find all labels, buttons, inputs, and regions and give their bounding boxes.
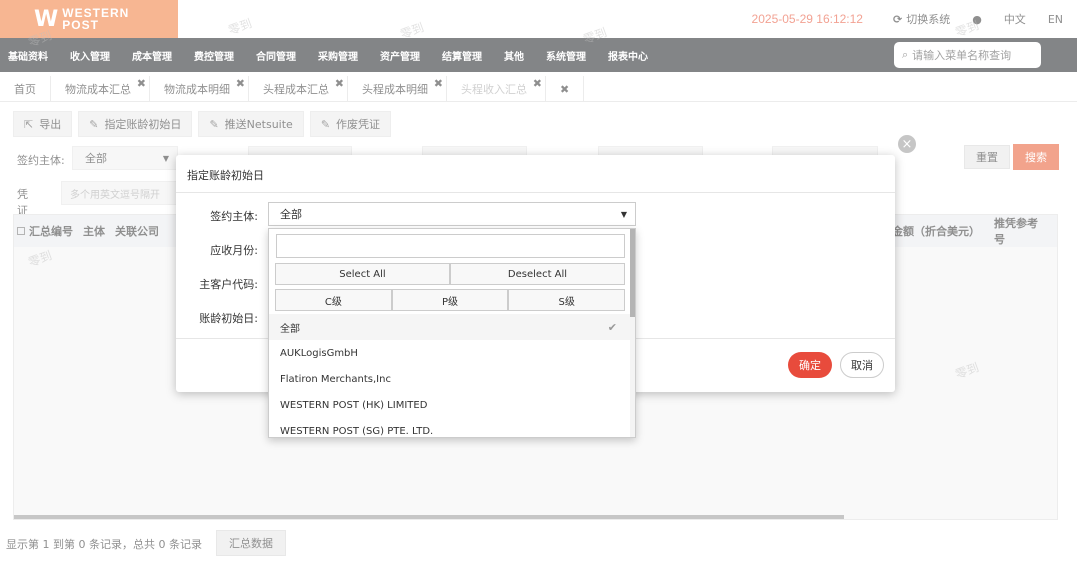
option-label: AUKLogisGmbH bbox=[280, 347, 358, 359]
level-s-button[interactable]: S级 bbox=[508, 289, 626, 311]
dropdown-option[interactable]: WESTERN POST (SG) PTE. LTD. bbox=[269, 418, 631, 437]
dropdown-option[interactable]: WESTERN POST (HK) LIMITED bbox=[269, 392, 631, 418]
dropdown-scrollbar[interactable] bbox=[630, 229, 635, 437]
scrollbar-thumb[interactable] bbox=[630, 229, 635, 317]
dialog-entity-value: 全部 bbox=[280, 208, 302, 221]
entity-dropdown: Select All Deselect All C级 P级 S级 全部 ✔ AU… bbox=[268, 228, 636, 438]
check-icon: ✔ bbox=[607, 320, 617, 334]
select-all-row: Select All Deselect All bbox=[275, 263, 625, 285]
option-label: Flatiron Merchants,Inc bbox=[280, 373, 391, 385]
level-c-button[interactable]: C级 bbox=[275, 289, 392, 311]
level-p-button[interactable]: P级 bbox=[391, 289, 509, 311]
caret-down-icon: ▼ bbox=[620, 209, 627, 219]
dialog-receivable-month-label: 应收月份: bbox=[210, 244, 258, 257]
dialog-main-customer-label: 主客户代码: bbox=[199, 278, 258, 291]
close-dialog-button[interactable]: × bbox=[896, 133, 918, 155]
dialog-title: 指定账龄初始日 bbox=[187, 169, 264, 182]
dialog-divider bbox=[176, 192, 895, 193]
select-all-button[interactable]: Select All bbox=[275, 263, 450, 285]
dropdown-option[interactable]: AUKLogisGmbH bbox=[269, 340, 631, 366]
dropdown-search-input[interactable] bbox=[276, 234, 625, 258]
dialog-entity-label: 签约主体: bbox=[210, 210, 258, 223]
level-row: C级 P级 S级 bbox=[275, 289, 626, 311]
dropdown-option[interactable]: Flatiron Merchants,Inc bbox=[269, 366, 631, 392]
close-icon: × bbox=[901, 136, 913, 152]
dialog-aging-start-label: 账龄初始日: bbox=[199, 312, 258, 325]
dialog-entity-select[interactable]: 全部 ▼ bbox=[268, 202, 636, 226]
option-label: 全部 bbox=[280, 323, 300, 335]
option-label: WESTERN POST (SG) PTE. LTD. bbox=[280, 425, 434, 437]
option-label: WESTERN POST (HK) LIMITED bbox=[280, 399, 428, 411]
cancel-button[interactable]: 取消 bbox=[840, 352, 884, 378]
deselect-all-button[interactable]: Deselect All bbox=[450, 263, 625, 285]
confirm-button[interactable]: 确定 bbox=[788, 352, 832, 378]
dropdown-option[interactable]: 全部 ✔ bbox=[269, 314, 631, 340]
